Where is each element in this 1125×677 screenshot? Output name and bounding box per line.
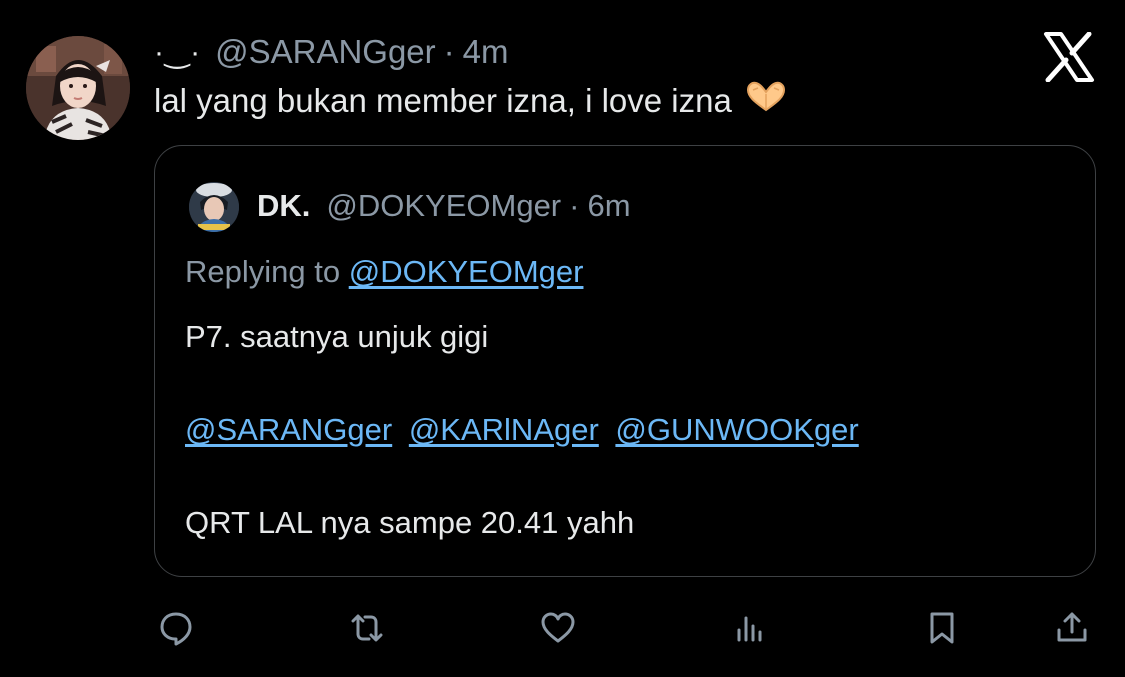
quoted-tweet-header: DK. @DOKYEOMger · 6m [257, 184, 631, 228]
mention-link[interactable]: @SARANGger [185, 412, 392, 447]
replying-to-line: Replying to @DOKYEOMger [185, 254, 583, 290]
x-logo-icon [1043, 31, 1095, 83]
author-avatar[interactable] [26, 36, 130, 140]
header-separator: · [443, 33, 455, 70]
quoted-author-avatar[interactable] [189, 182, 239, 232]
repost-icon[interactable] [347, 608, 387, 648]
author-handle[interactable]: @SARANGger [215, 33, 436, 71]
bookmark-icon[interactable] [922, 608, 962, 648]
quoted-tweet-line-1: P7. saatnya unjuk gigi [185, 319, 489, 354]
quoted-author-avatar-image [189, 182, 239, 232]
tweet-body: lal yang bukan member izna, i love izna [154, 82, 732, 119]
replying-to-label: Replying to [185, 254, 341, 289]
quoted-author-name[interactable]: DK. [257, 188, 310, 224]
quoted-header-separator: · [569, 188, 580, 223]
views-icon[interactable] [730, 608, 770, 648]
heart-hands-emoji-icon [744, 80, 788, 122]
tweet-action-bar [0, 600, 1125, 654]
author-display-name[interactable]: ·‿· [154, 35, 201, 70]
reply-icon[interactable] [156, 608, 196, 648]
mention-link[interactable]: @GUNWOOKger [615, 412, 858, 447]
tweet-timestamp[interactable]: 4m [463, 33, 509, 71]
quoted-tweet-mentions: @SARANGger @KARlNAger @GUNWOOKger [185, 412, 867, 448]
quoted-tweet-line-3: QRT LAL nya sampe 20.41 yahh [185, 505, 635, 540]
author-avatar-image [26, 36, 130, 140]
replying-to-handle-link[interactable]: @DOKYEOMger [349, 254, 584, 289]
mention-link[interactable]: @KARlNAger [409, 412, 599, 447]
tweet-text: lal yang bukan member izna, i love izna [154, 80, 788, 122]
quoted-tweet-card[interactable]: DK. @DOKYEOMger · 6m Replying to @DOKYEO… [154, 145, 1096, 577]
share-icon[interactable] [1052, 608, 1092, 648]
quoted-author-handle[interactable]: @DOKYEOMger [326, 188, 561, 224]
like-icon[interactable] [538, 608, 578, 648]
quoted-tweet-timestamp[interactable]: 6m [587, 188, 630, 224]
tweet-header: ·‿· @SARANGger · 4m [154, 30, 509, 74]
